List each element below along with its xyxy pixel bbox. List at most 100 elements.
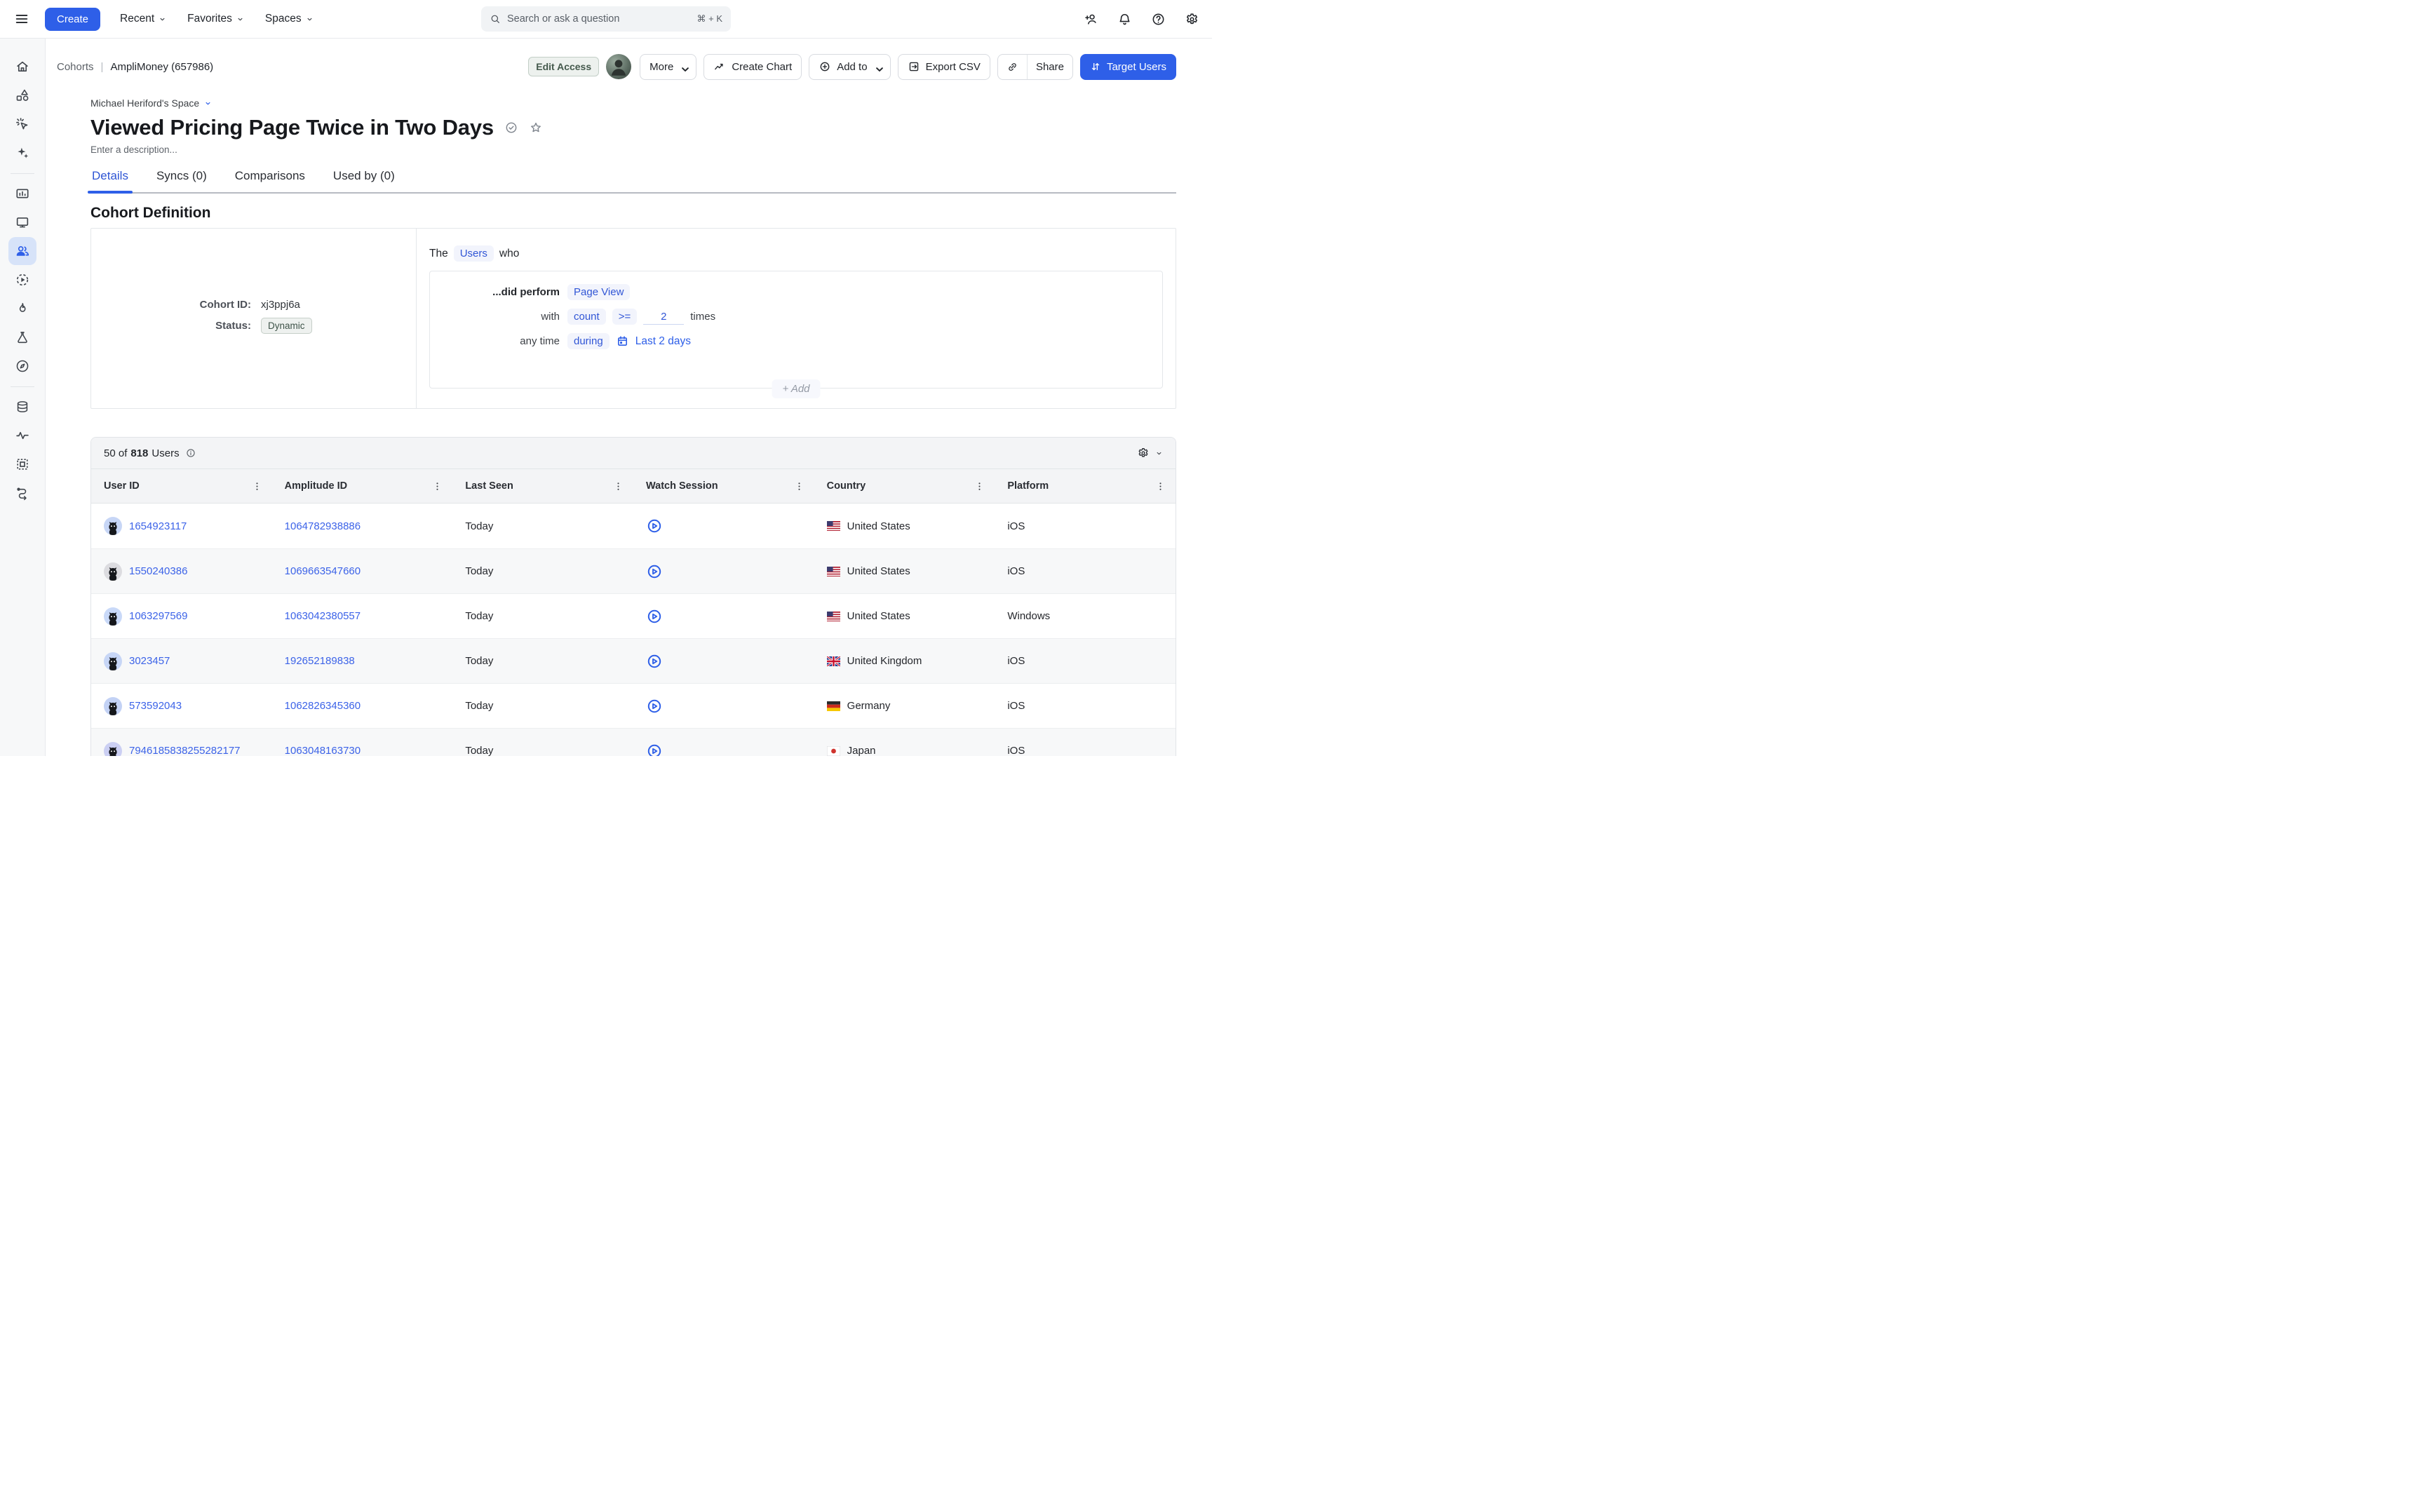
sidebar-item-shapes-icon[interactable] — [8, 81, 36, 109]
date-range-link[interactable]: Last 2 days — [635, 335, 691, 348]
global-search[interactable]: ⌘ + K — [481, 6, 731, 32]
left-sidebar — [0, 39, 46, 756]
operator-chip[interactable]: >= — [612, 309, 638, 325]
more-button[interactable]: More — [640, 54, 696, 80]
nav-menu-recent[interactable]: Recent — [120, 13, 166, 25]
sidebar-item-chart-frame-icon[interactable] — [8, 180, 36, 208]
user-id-link[interactable]: 1654923117 — [129, 520, 187, 532]
edit-access-badge[interactable]: Edit Access — [528, 57, 599, 76]
sidebar-item-flame-icon[interactable] — [8, 295, 36, 323]
amplitude-id-link[interactable]: 1064782938886 — [285, 520, 361, 532]
platform-value: iOS — [1007, 745, 1025, 756]
user-avatar — [104, 517, 122, 535]
star-icon[interactable] — [529, 121, 543, 135]
amplitude-id-link[interactable]: 1069663547660 — [285, 565, 361, 577]
watch-session-play-icon[interactable] — [646, 563, 663, 580]
tab-details[interactable]: Details — [90, 166, 130, 192]
watch-session-play-icon[interactable] — [646, 743, 663, 757]
column-menu-icon[interactable] — [432, 481, 443, 492]
sidebar-item-compass-icon[interactable] — [8, 352, 36, 380]
tab-syncs[interactable]: Syncs (0) — [155, 166, 208, 192]
copy-link-button[interactable] — [998, 55, 1027, 79]
column-menu-icon[interactable] — [613, 481, 624, 492]
cohort-meta: Cohort ID: xj3ppj6a Status: Dynamic — [91, 229, 417, 408]
add-to-button[interactable]: Add to — [809, 54, 890, 80]
user-id-link[interactable]: 573592043 — [129, 700, 182, 712]
add-condition-button[interactable]: + Add — [772, 379, 820, 398]
owner-avatar[interactable] — [606, 54, 631, 79]
create-chart-button[interactable]: Create Chart — [703, 54, 802, 80]
amplitude-id-link[interactable]: 1063042380557 — [285, 610, 361, 622]
search-input[interactable] — [507, 13, 691, 25]
cohort-definition-title: Cohort Definition — [90, 205, 1176, 222]
sidebar-item-sparkles-icon[interactable] — [8, 139, 36, 167]
sidebar-item-pulse-icon[interactable] — [8, 421, 36, 450]
platform-value: iOS — [1007, 565, 1025, 577]
sidebar-item-monitor-icon[interactable] — [8, 208, 36, 236]
column-menu-icon[interactable] — [252, 481, 262, 492]
user-id-link[interactable]: 1550240386 — [129, 565, 187, 577]
during-chip[interactable]: during — [567, 333, 610, 349]
user-avatar — [104, 742, 122, 757]
navbar-right-icons — [1084, 12, 1199, 27]
share-button[interactable]: Share — [1028, 55, 1072, 79]
any-time-label: any time — [430, 335, 560, 347]
flag-icon-us — [827, 612, 840, 621]
sidebar-item-click-spark-icon[interactable] — [8, 110, 36, 138]
user-avatar — [104, 562, 122, 581]
subject-chip[interactable]: Users — [454, 245, 494, 262]
with-label: with — [430, 311, 560, 323]
table-row: 5735920431062826345360TodayGermanyiOS — [91, 683, 1176, 728]
table-settings-button[interactable] — [1137, 447, 1163, 459]
verified-badge-icon[interactable] — [504, 121, 518, 135]
amplitude-id-link[interactable]: 192652189838 — [285, 655, 355, 667]
sidebar-item-frame-dashed-icon[interactable] — [8, 450, 36, 478]
user-avatar — [104, 607, 122, 626]
sort-arrows-icon — [1090, 61, 1101, 72]
last-seen-value: Today — [465, 565, 493, 577]
amplitude-id-link[interactable]: 1063048163730 — [285, 745, 361, 756]
nav-menu-favorites[interactable]: Favorites — [187, 13, 244, 25]
sidebar-item-users-icon[interactable] — [8, 237, 36, 265]
watch-session-play-icon[interactable] — [646, 698, 663, 715]
create-button[interactable]: Create — [45, 8, 100, 31]
sidebar-item-play-dashed-icon[interactable] — [8, 266, 36, 294]
gear-icon[interactable] — [1185, 12, 1199, 27]
sidebar-item-route-icon[interactable] — [8, 479, 36, 507]
tab-used-by[interactable]: Used by (0) — [332, 166, 396, 192]
column-menu-icon[interactable] — [1155, 481, 1166, 492]
amplitude-id-link[interactable]: 1062826345360 — [285, 700, 361, 712]
add-user-icon[interactable] — [1084, 12, 1098, 27]
user-id-link[interactable]: 7946185838255282177 — [129, 745, 241, 756]
event-name-chip[interactable]: Page View — [567, 284, 630, 300]
sidebar-item-database-icon[interactable] — [8, 393, 36, 421]
column-menu-icon[interactable] — [974, 481, 985, 492]
nav-menu-spaces[interactable]: Spaces — [265, 13, 314, 25]
sidebar-item-flask-icon[interactable] — [8, 323, 36, 351]
chevron-down-icon — [236, 15, 244, 23]
sidebar-item-home-icon[interactable] — [8, 53, 36, 81]
bell-icon[interactable] — [1117, 12, 1132, 27]
description-placeholder[interactable]: Enter a description... — [90, 144, 1176, 155]
chevron-down-icon — [679, 63, 687, 71]
watch-session-play-icon[interactable] — [646, 518, 663, 534]
country-value: United Kingdom — [847, 655, 922, 667]
breadcrumb-project[interactable]: AmpliMoney (657986) — [110, 61, 213, 73]
column-menu-icon[interactable] — [794, 481, 804, 492]
count-chip[interactable]: count — [567, 309, 606, 325]
breadcrumb-cohorts[interactable]: Cohorts — [57, 61, 94, 73]
target-users-button[interactable]: Target Users — [1080, 54, 1176, 80]
space-selector[interactable]: Michael Heriford's Space — [90, 97, 1176, 109]
search-icon — [490, 13, 501, 25]
help-icon[interactable] — [1151, 12, 1166, 27]
watch-session-play-icon[interactable] — [646, 653, 663, 670]
user-id-link[interactable]: 3023457 — [129, 655, 170, 667]
user-avatar — [104, 697, 122, 715]
hamburger-menu-icon[interactable] — [14, 11, 29, 27]
export-csv-button[interactable]: Export CSV — [898, 54, 990, 80]
count-value-input[interactable]: 2 — [643, 309, 684, 325]
tab-comparisons[interactable]: Comparisons — [234, 166, 307, 192]
watch-session-play-icon[interactable] — [646, 608, 663, 625]
user-id-link[interactable]: 1063297569 — [129, 610, 187, 622]
info-icon[interactable] — [185, 447, 196, 459]
